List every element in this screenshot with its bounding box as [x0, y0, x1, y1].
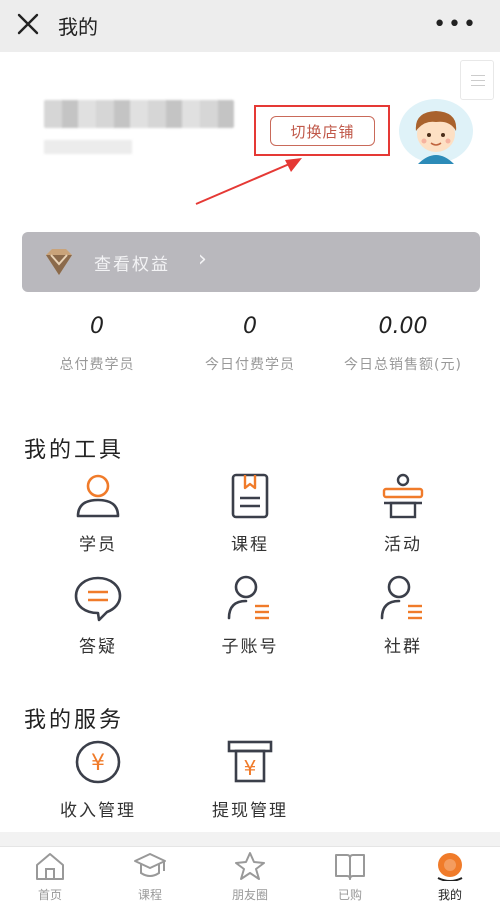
tab-me[interactable]: 我的: [400, 851, 500, 902]
tab-home[interactable]: 首页: [0, 851, 100, 902]
stats-row: 0 总付费学员 0 今日付费学员 0.00 今日总销售额(元): [0, 314, 500, 384]
svg-text:¥: ¥: [91, 751, 105, 776]
user-id-blurred: [44, 140, 132, 154]
income-icon: ¥: [75, 740, 121, 784]
tool-label: 学员: [79, 535, 117, 555]
more-menu-button[interactable]: •••: [433, 12, 478, 37]
tab-label: 课程: [137, 888, 162, 902]
tool-label: 课程: [231, 535, 269, 555]
view-rights-label: 查看权益: [94, 255, 170, 275]
tab-courses[interactable]: 课程: [100, 851, 200, 902]
service-income[interactable]: ¥ 收入管理: [38, 738, 158, 821]
stat-total-paid-students: 0 总付费学员: [14, 314, 180, 374]
stat-value: 0: [90, 314, 104, 339]
user-name-blurred: [44, 100, 234, 128]
tool-label: 子账号: [221, 637, 279, 657]
stat-caption: 总付费学员: [59, 357, 135, 373]
tool-qa[interactable]: 答疑: [38, 574, 158, 657]
stat-value: 0: [243, 314, 257, 339]
star-icon: [235, 852, 265, 880]
tab-label: 已购: [337, 888, 362, 902]
tab-moments[interactable]: 朋友圈: [200, 851, 300, 902]
tool-label: 活动: [384, 535, 422, 555]
switch-store-button[interactable]: 切换店铺: [270, 116, 375, 146]
my-services-heading: 我的服务: [24, 708, 125, 733]
tab-purchased[interactable]: 已购: [300, 851, 400, 902]
student-icon: [76, 474, 120, 518]
tab-label: 首页: [37, 888, 62, 902]
stat-caption: 今日总销售额(元): [344, 357, 462, 373]
my-tools-heading: 我的工具: [24, 438, 125, 463]
tool-label: 社群: [384, 637, 422, 657]
sub-account-icon: [227, 575, 269, 620]
tab-label: 朋友圈: [231, 888, 268, 902]
view-rights-banner[interactable]: 查看权益 ›: [22, 232, 480, 292]
tool-sub-account[interactable]: 子账号: [190, 574, 310, 657]
book-icon: [335, 854, 365, 880]
course-icon: [231, 473, 269, 519]
stat-caption: 今日付费学员: [205, 357, 295, 373]
close-icon[interactable]: [14, 10, 42, 38]
tool-community[interactable]: 社群: [343, 574, 463, 657]
service-withdraw[interactable]: ¥ 提现管理: [190, 738, 310, 821]
community-icon: [380, 575, 422, 620]
tool-students[interactable]: 学员: [38, 472, 158, 555]
course-tab-icon: [134, 853, 166, 877]
chevron-right-icon: ›: [198, 247, 207, 272]
service-label: 收入管理: [60, 801, 136, 821]
activity-icon: [382, 473, 424, 519]
service-label: 提现管理: [212, 801, 288, 821]
me-icon: [437, 853, 463, 882]
diamond-icon: [46, 249, 72, 275]
page-title: 我的: [58, 15, 98, 39]
scroll-handle[interactable]: [460, 60, 494, 100]
top-bar: 我的 •••: [0, 0, 500, 52]
stat-value: 0.00: [378, 314, 428, 339]
home-icon: [36, 853, 64, 880]
tab-label: 我的: [437, 888, 462, 902]
qa-icon: [74, 576, 122, 622]
bottom-tab-bar: 首页 课程 朋友圈 已购 我的: [0, 846, 500, 902]
tool-activities[interactable]: 活动: [343, 472, 463, 555]
avatar[interactable]: [398, 98, 474, 164]
tool-label: 答疑: [79, 637, 117, 657]
withdraw-icon: ¥: [227, 740, 273, 783]
stat-today-total-sales: 0.00 今日总销售额(元): [320, 314, 486, 374]
tool-courses[interactable]: 课程: [190, 472, 310, 555]
stat-today-paid-students: 0 今日付费学员: [167, 314, 333, 374]
svg-text:¥: ¥: [244, 756, 257, 780]
section-divider: [0, 832, 500, 846]
annotation-arrow: [195, 158, 302, 205]
